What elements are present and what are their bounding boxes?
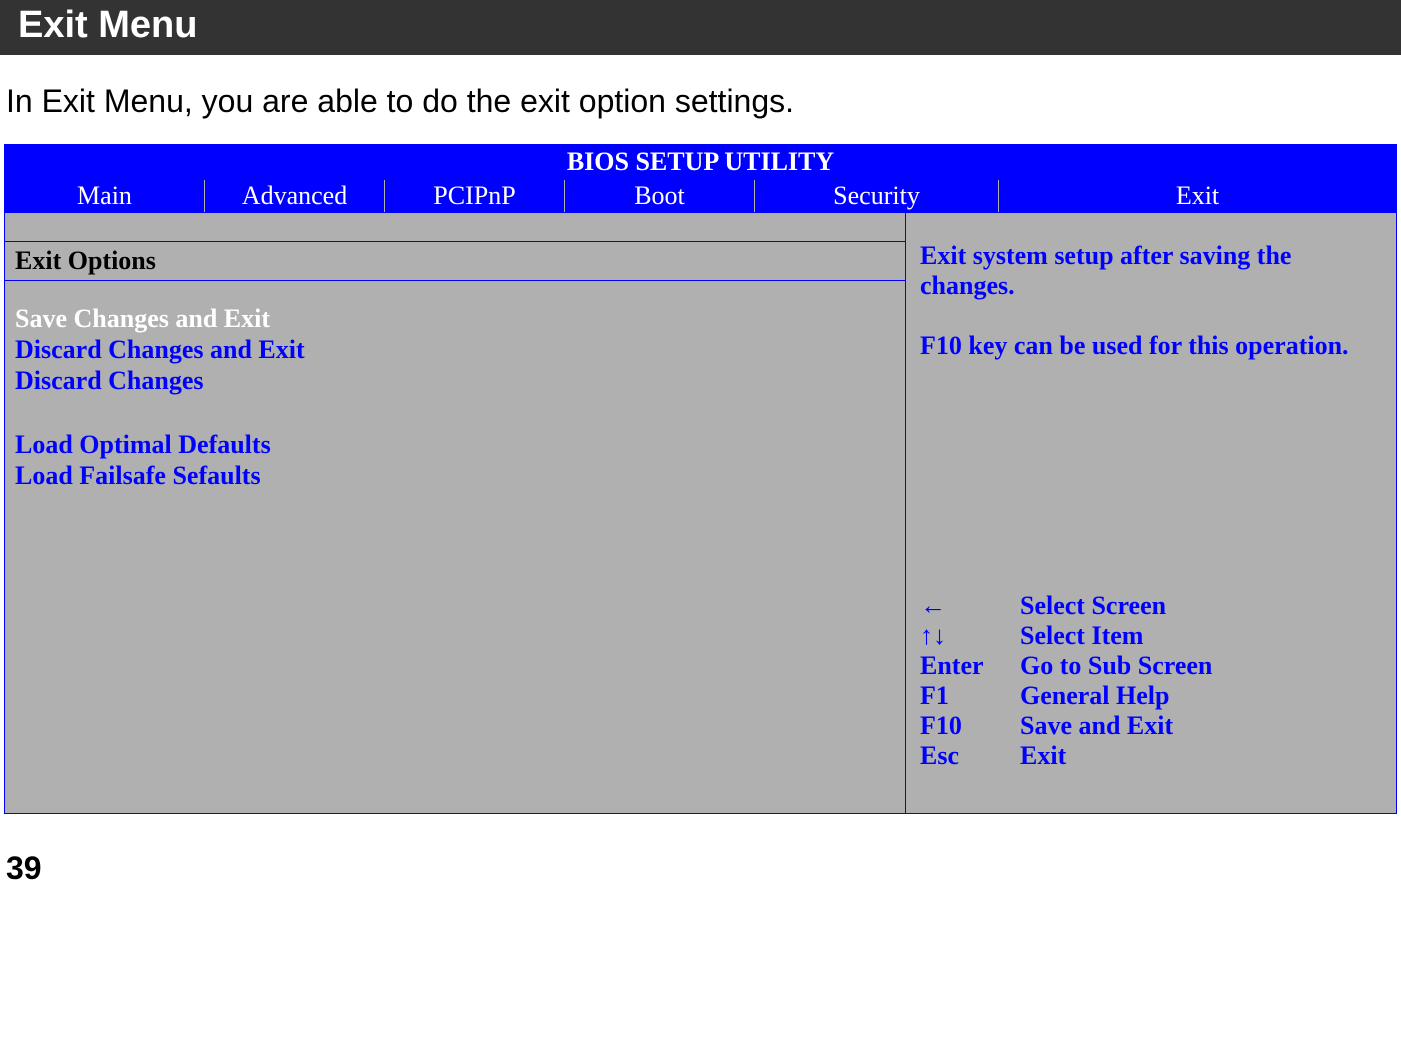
key-left: ←	[920, 591, 1020, 621]
intro-text: In Exit Menu, you are able to do the exi…	[0, 55, 1401, 144]
tab-exit[interactable]: Exit	[999, 180, 1396, 212]
key-f1-desc: General Help	[1020, 681, 1169, 711]
option-discard-and-exit[interactable]: Discard Changes and Exit	[15, 334, 895, 365]
key-f10-desc: Save and Exit	[1020, 711, 1173, 741]
bios-panel: BIOS SETUP UTILITY Main Advanced PCIPnP …	[4, 144, 1397, 814]
tab-advanced[interactable]: Advanced	[205, 180, 385, 212]
bios-left-pane: Exit Options Save Changes and Exit Disca…	[5, 213, 906, 813]
key-f1: F1	[920, 681, 1020, 711]
tab-main[interactable]: Main	[5, 180, 205, 212]
key-updown-desc: Select Item	[1020, 621, 1143, 651]
key-row-f1: F1 General Help	[920, 681, 1382, 711]
key-row-left: ← Select Screen	[920, 591, 1382, 621]
key-esc-desc: Exit	[1020, 741, 1066, 771]
option-discard-changes[interactable]: Discard Changes	[15, 365, 895, 396]
section-header: Exit Menu	[0, 0, 1401, 55]
key-row-updown: ↑↓ Select Item	[920, 621, 1382, 651]
tab-security[interactable]: Security	[755, 180, 999, 212]
option-save-and-exit[interactable]: Save Changes and Exit	[15, 303, 895, 334]
exit-options-title: Exit Options	[5, 241, 905, 280]
exit-options-list: Save Changes and Exit Discard Changes an…	[5, 280, 905, 501]
key-enter-desc: Go to Sub Screen	[1020, 651, 1212, 681]
key-row-f10: F10 Save and Exit	[920, 711, 1382, 741]
option-load-failsafe-defaults[interactable]: Load Failsafe Sefaults	[15, 460, 895, 491]
key-left-desc: Select Screen	[1020, 591, 1166, 621]
option-gap	[15, 397, 895, 429]
option-load-optimal-defaults[interactable]: Load Optimal Defaults	[15, 429, 895, 460]
help-line-2: F10 key can be used for this operation.	[920, 331, 1382, 361]
key-row-enter: Enter Go to Sub Screen	[920, 651, 1382, 681]
key-row-esc: Esc Exit	[920, 741, 1382, 771]
tab-pcipnp[interactable]: PCIPnP	[385, 180, 565, 212]
bios-right-pane: Exit system setup after saving the chang…	[906, 213, 1396, 813]
key-updown: ↑↓	[920, 621, 1020, 651]
bios-body: Exit Options Save Changes and Exit Disca…	[5, 213, 1396, 813]
key-enter: Enter	[920, 651, 1020, 681]
tab-boot[interactable]: Boot	[565, 180, 755, 212]
bios-tabs: Main Advanced PCIPnP Boot Security Exit	[5, 180, 1396, 213]
bios-title: BIOS SETUP UTILITY	[5, 145, 1396, 180]
key-esc: Esc	[920, 741, 1020, 771]
help-text: Exit system setup after saving the chang…	[920, 241, 1382, 391]
key-legend: ← Select Screen ↑↓ Select Item Enter Go …	[920, 591, 1382, 771]
page-number: 39	[0, 814, 1401, 897]
key-f10: F10	[920, 711, 1020, 741]
help-line-1: Exit system setup after saving the chang…	[920, 241, 1382, 301]
